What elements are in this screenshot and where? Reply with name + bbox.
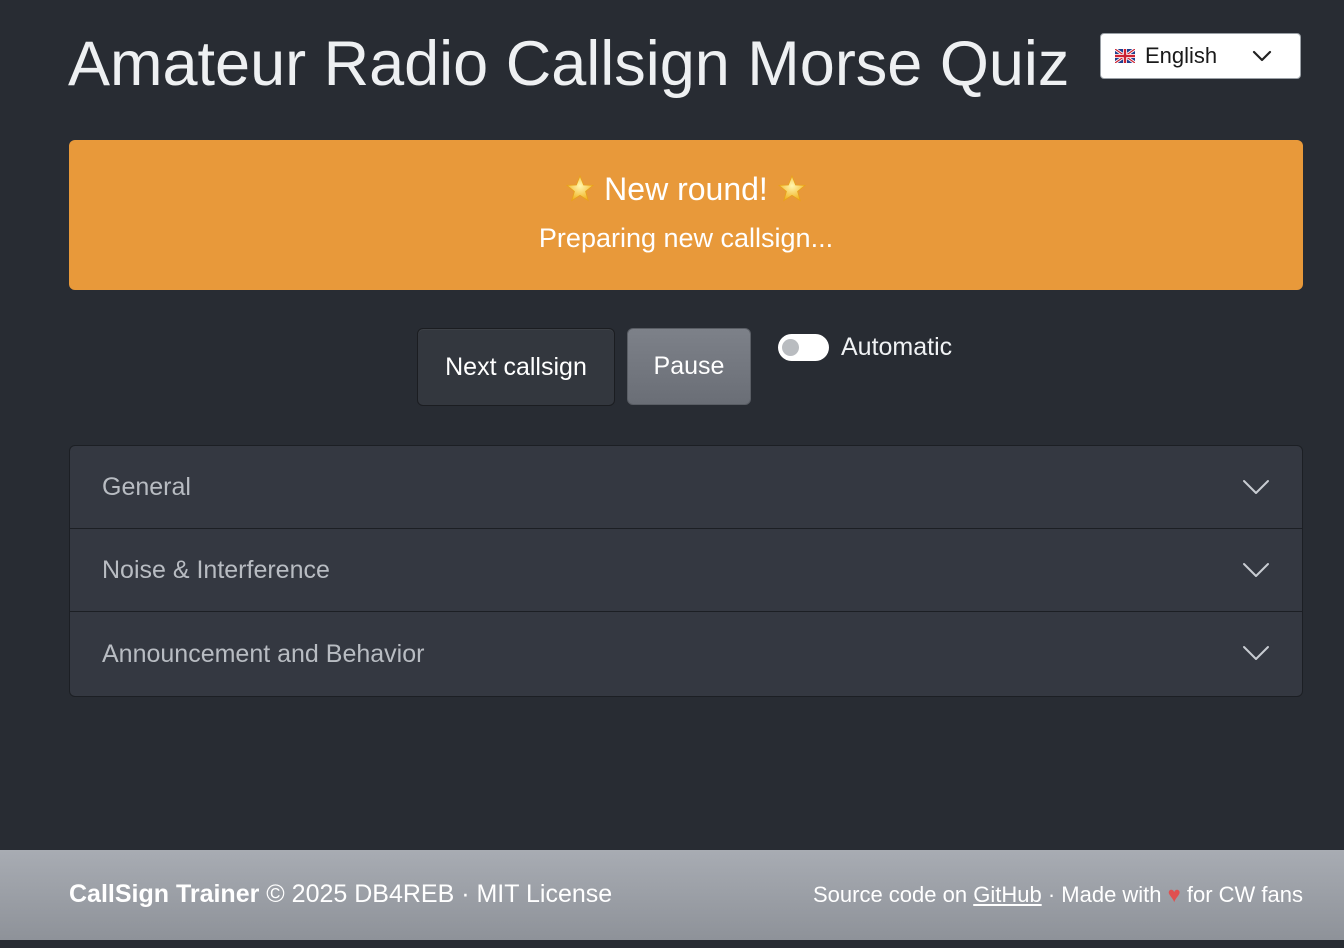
page-title: Amateur Radio Callsign Morse Quiz [68,29,1070,99]
language-select-value: English [1145,43,1218,68]
footer-app-name: CallSign Trainer [69,880,260,908]
accordion-announcement-behavior[interactable]: Announcement and Behavior [70,612,1302,696]
chevron-down-icon [1252,50,1272,62]
footer-copyright: © 2025 DB4REB · MIT License [266,880,613,908]
automatic-toggle[interactable] [778,333,829,361]
star-icon [566,174,595,202]
pause-button[interactable]: Pause [627,328,751,405]
banner-heading: New round! [69,170,1303,208]
accordion-label: General [102,472,191,501]
chevron-down-icon [1243,480,1269,494]
automatic-label: Automatic [841,333,953,361]
star-icon [777,174,806,202]
bottom-strip [0,940,1344,948]
footer: CallSign Trainer © 2025 DB4REB · MIT Lic… [0,850,1344,940]
uk-flag-icon [1115,49,1135,63]
automatic-toggle-group: Automatic [778,333,952,361]
page: Amateur Radio Callsign Morse Quiz Englis… [0,0,1344,948]
footer-made-with: · Made with [1047,882,1162,907]
accordion-label: Announcement and Behavior [102,639,425,668]
toggle-knob [782,338,799,356]
chevron-down-icon [1243,563,1269,577]
heart-icon: ♥ [1167,882,1181,907]
banner-subtext: Preparing new callsign... [538,223,834,253]
accordion-noise-interference[interactable]: Noise & Interference [70,529,1302,612]
settings-accordion: General Noise & Interference Announcemen… [69,445,1303,697]
banner-heading-text: New round! [604,171,768,207]
footer-left: CallSign Trainer © 2025 DB4REB · MIT Lic… [69,880,612,909]
github-link[interactable]: GitHub [973,882,1041,907]
footer-source-prefix: Source code on [812,882,968,907]
footer-right: Source code on GitHub · Made with ♥ for … [813,882,1303,908]
status-banner: New round! Preparing new callsign... [69,140,1303,290]
accordion-label: Noise & Interference [102,555,330,584]
footer-made-with-suffix: for CW fans [1186,882,1303,907]
language-select[interactable]: English [1100,33,1301,79]
accordion-general[interactable]: General [70,446,1302,529]
chevron-down-icon [1243,646,1269,660]
next-callsign-button[interactable]: Next callsign [417,328,615,406]
